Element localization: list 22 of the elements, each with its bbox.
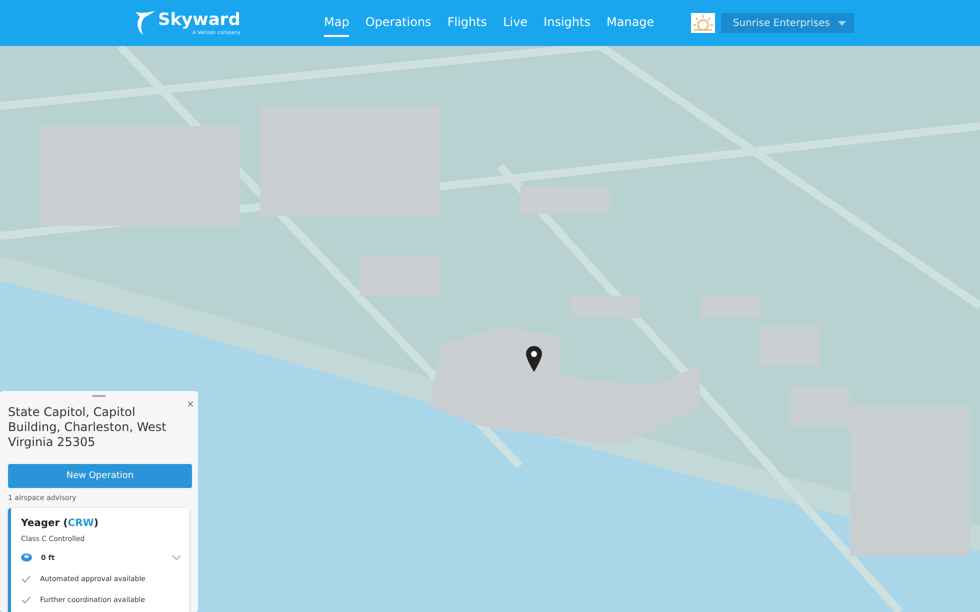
caret-icon	[838, 20, 846, 26]
airport-code-link[interactable]: CRW	[68, 518, 94, 529]
nav-tab[interactable]: Operations	[365, 9, 432, 37]
drag-handle[interactable]	[92, 395, 106, 397]
check-icon	[21, 596, 31, 604]
chevron-down-icon[interactable]	[172, 555, 181, 560]
nav-tab[interactable]: Map	[324, 9, 350, 37]
nav-tab[interactable]: Insights	[544, 9, 590, 37]
address-text: State Capitol, Capitol Building, Charleston, West Virginia 25305	[8, 405, 168, 450]
nav-tab[interactable]: Manage	[606, 9, 654, 37]
sun-logo-icon	[690, 13, 715, 33]
organization-dropdown[interactable]: Sunrise Enterprises	[720, 13, 854, 33]
close-button[interactable]: ×	[186, 397, 194, 411]
check-icon	[21, 574, 31, 582]
logo-wordmark: Skyward	[158, 10, 240, 30]
new-operation-button[interactable]: New Operation	[8, 464, 192, 488]
bird-icon	[134, 10, 156, 36]
nav-tab[interactable]: Flights	[447, 9, 488, 37]
map-pin-icon	[526, 346, 542, 372]
nav-tab[interactable]: Live	[503, 9, 528, 37]
layers-icon	[21, 553, 32, 562]
advisory-title: Yeager (CRW)	[21, 518, 100, 529]
